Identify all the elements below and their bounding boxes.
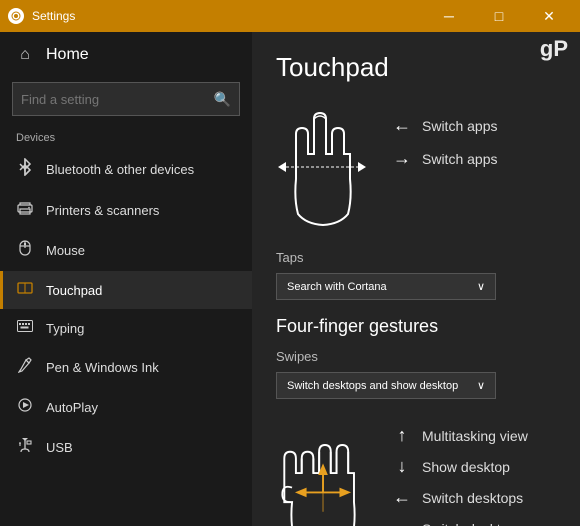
search-box[interactable]: 🔍 [12,82,240,116]
mouse-label: Mouse [46,243,85,258]
home-icon: ⌂ [16,46,34,64]
left-arrow-four-icon: ← [392,487,412,508]
pen-icon [16,357,34,378]
swipes-dropdown-chevron: ∨ [477,379,485,392]
gesture-row-right: → Switch apps [392,148,556,169]
switch-desktops-left-label: Switch desktops [422,490,523,506]
touchpad-icon [16,281,34,299]
sidebar: ⌂ Home 🔍 Devices Bluetooth & other dev [0,32,252,526]
multitasking-label: Multitasking view [422,428,528,444]
four-finger-section: ↑ Multitasking view ↓ Show desktop ← Swi… [276,415,556,526]
minimize-button[interactable]: ─ [426,0,472,32]
three-finger-actions: ← Switch apps → Switch apps [392,99,556,169]
search-input[interactable] [21,92,214,107]
left-arrow-icon: ← [392,115,412,136]
bluetooth-label: Bluetooth & other devices [46,162,194,177]
switch-desktops-right-row: → Switch desktops [392,518,556,526]
switch-desktops-right-label: Switch desktops [422,521,523,526]
app-body: ⌂ Home 🔍 Devices Bluetooth & other dev [0,32,580,526]
watermark: gP [540,36,568,62]
usb-label: USB [46,440,73,455]
typing-icon [16,319,34,337]
three-finger-hand [276,99,376,234]
four-finger-title: Four-finger gestures [276,316,556,337]
four-finger-action-list: ↑ Multitasking view ↓ Show desktop ← Swi… [392,415,556,526]
usb-icon [16,437,34,458]
pen-label: Pen & Windows Ink [46,360,159,375]
show-desktop-label: Show desktop [422,459,510,475]
bluetooth-icon [16,158,34,181]
sidebar-item-bluetooth[interactable]: Bluetooth & other devices [0,148,252,191]
sidebar-item-usb[interactable]: USB [0,427,252,468]
sidebar-item-touchpad[interactable]: Touchpad [0,271,252,309]
search-icon: 🔍 [214,91,231,108]
sidebar-item-typing[interactable]: Typing [0,309,252,347]
sidebar-item-autoplay[interactable]: AutoPlay [0,388,252,427]
swipes-label: Swipes [276,349,556,364]
right-arrow-four-icon: → [392,518,412,526]
swipes-dropdown-value: Switch desktops and show desktop [287,380,458,392]
show-desktop-row: ↓ Show desktop [392,456,556,477]
taps-dropdown-value: Search with Cortana [287,281,387,293]
printers-label: Printers & scanners [46,203,159,218]
typing-label: Typing [46,321,84,336]
sidebar-item-printers[interactable]: Printers & scanners [0,191,252,230]
three-finger-section: ← Switch apps → Switch apps [276,99,556,234]
gesture-row-left: ← Switch apps [392,115,556,136]
taps-dropdown-chevron: ∨ [477,280,485,293]
four-finger-hand [276,415,376,526]
mouse-icon [16,240,34,261]
multitasking-row: ↑ Multitasking view [392,425,556,446]
swipes-dropdown[interactable]: Switch desktops and show desktop ∨ [276,372,496,399]
maximize-button[interactable]: □ [476,0,522,32]
right-arrow-icon: → [392,148,412,169]
touchpad-label: Touchpad [46,283,102,298]
taps-dropdown[interactable]: Search with Cortana ∨ [276,273,496,300]
content-area: Touchpad [252,32,580,526]
down-arrow-icon: ↓ [392,456,412,477]
switch-desktops-left-row: ← Switch desktops [392,487,556,508]
switch-apps-right-label: Switch apps [422,151,497,167]
sidebar-item-home[interactable]: ⌂ Home [0,32,252,78]
home-label: Home [46,46,89,64]
printer-icon [16,201,34,220]
up-arrow-icon: ↑ [392,425,412,446]
autoplay-label: AutoPlay [46,400,98,415]
title-bar-left: Settings [8,8,75,24]
close-button[interactable]: ✕ [526,0,572,32]
autoplay-icon [16,398,34,417]
taps-label: Taps [276,250,556,265]
devices-section-label: Devices [0,124,252,148]
window-controls: ─ □ ✕ [426,0,572,32]
switch-apps-left-label: Switch apps [422,118,497,134]
sidebar-item-pen[interactable]: Pen & Windows Ink [0,347,252,388]
window-title: Settings [32,9,75,23]
sidebar-item-mouse[interactable]: Mouse [0,230,252,271]
settings-icon [8,8,24,24]
title-bar: Settings ─ □ ✕ [0,0,580,32]
page-title: Touchpad [276,52,556,83]
